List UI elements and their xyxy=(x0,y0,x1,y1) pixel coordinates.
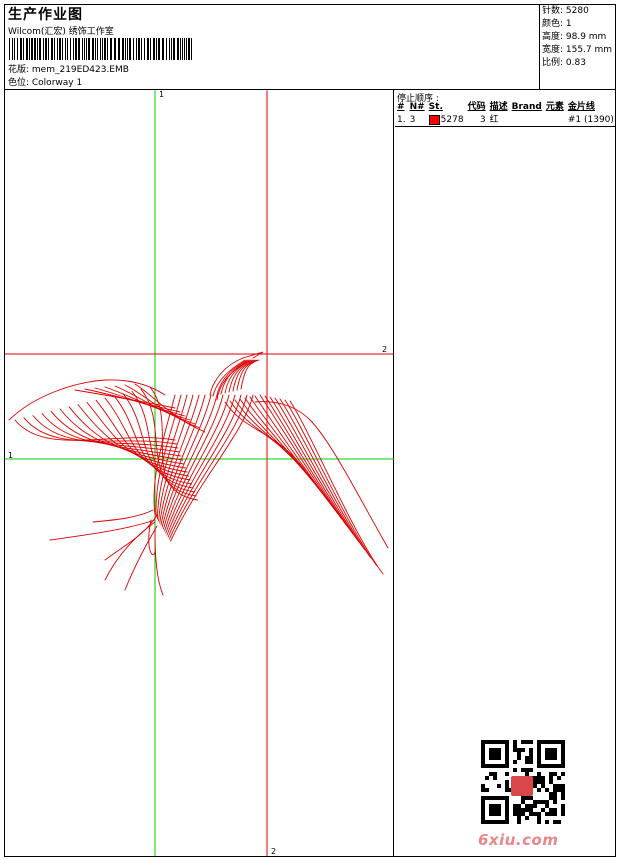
column-header: 描述 xyxy=(489,102,508,112)
cell-index: 1. xyxy=(397,115,406,125)
stop-sequence-panel: 停止顺序 : # N# St. 代码 描述 Brand 元素 金片线 1. 3 … xyxy=(395,90,616,856)
column-header: N# xyxy=(409,102,425,112)
guide-label-left-1: 1 xyxy=(8,451,13,460)
colorway: 色位: Colorway 1 xyxy=(8,78,83,88)
column-header: 代码 xyxy=(467,102,486,112)
guide-label-bottom-2: 2 xyxy=(271,847,276,856)
cell-sequin: #1 (1390) xyxy=(567,115,614,125)
design-file: 花版: mem_219ED423.EMB xyxy=(8,65,129,75)
design-canvas: 1 2 1 2 xyxy=(5,90,394,856)
column-header: # xyxy=(397,102,405,112)
cell-brand xyxy=(510,114,544,127)
stat-scale: 比例: 0.83 xyxy=(542,58,586,68)
watermark-logo: 6xiu.com xyxy=(478,831,559,849)
column-header: 元素 xyxy=(545,102,564,112)
cell-stitches: 5278 xyxy=(427,114,466,127)
body-area: 1 2 1 2 停止顺序: # N# St. 代码 描述 Brand 元素 金… xyxy=(5,90,616,856)
logo-seal xyxy=(511,776,533,796)
header: 生产作业图 Wilcom(汇宏) 绣饰工作室 花版: mem_219ED423.… xyxy=(5,5,615,90)
embroidery-swallow xyxy=(8,351,389,596)
cell-code: 3 xyxy=(479,115,486,125)
cell-description: 红 xyxy=(489,115,499,125)
company-name: Wilcom(汇宏) 绣饰工作室 xyxy=(8,27,114,37)
stat-width: 宽度: 155.7 mm xyxy=(542,45,613,55)
cell-needle: 3 xyxy=(409,115,416,125)
barcode xyxy=(9,38,192,60)
production-sheet: 生产作业图 Wilcom(汇宏) 绣饰工作室 花版: mem_219ED423.… xyxy=(4,4,616,857)
stats-panel: 针数: 5280 颜色: 1 高度: 98.9 mm 宽度: 155.7 mm … xyxy=(542,5,614,89)
design-preview: 1 2 1 2 xyxy=(5,90,394,856)
stat-height: 高度: 98.9 mm xyxy=(542,32,607,42)
stat-stitches: 针数: 5280 xyxy=(542,6,589,16)
header-info: 生产作业图 Wilcom(汇宏) 绣饰工作室 花版: mem_219ED423.… xyxy=(5,5,540,89)
guide-label-right-2: 2 xyxy=(382,345,387,354)
table-header-row: # N# St. 代码 描述 Brand 元素 金片线 xyxy=(395,101,616,114)
column-header: Brand xyxy=(511,102,542,112)
table-row: 1. 3 5278 3 红 #1 (1390) xyxy=(395,114,616,127)
sheet-title: 生产作业图 xyxy=(8,7,83,23)
cell-element xyxy=(544,114,566,127)
column-header: 金片线 xyxy=(567,102,595,112)
guide-label-top-1: 1 xyxy=(159,90,164,99)
stat-colors: 颜色: 1 xyxy=(542,19,572,29)
stop-sequence-table: # N# St. 代码 描述 Brand 元素 金片线 1. 3 5278 3 … xyxy=(395,101,616,127)
cell-stitch-count: 5278 xyxy=(440,115,464,125)
color-swatch xyxy=(428,114,440,125)
column-header: St. xyxy=(428,102,443,112)
